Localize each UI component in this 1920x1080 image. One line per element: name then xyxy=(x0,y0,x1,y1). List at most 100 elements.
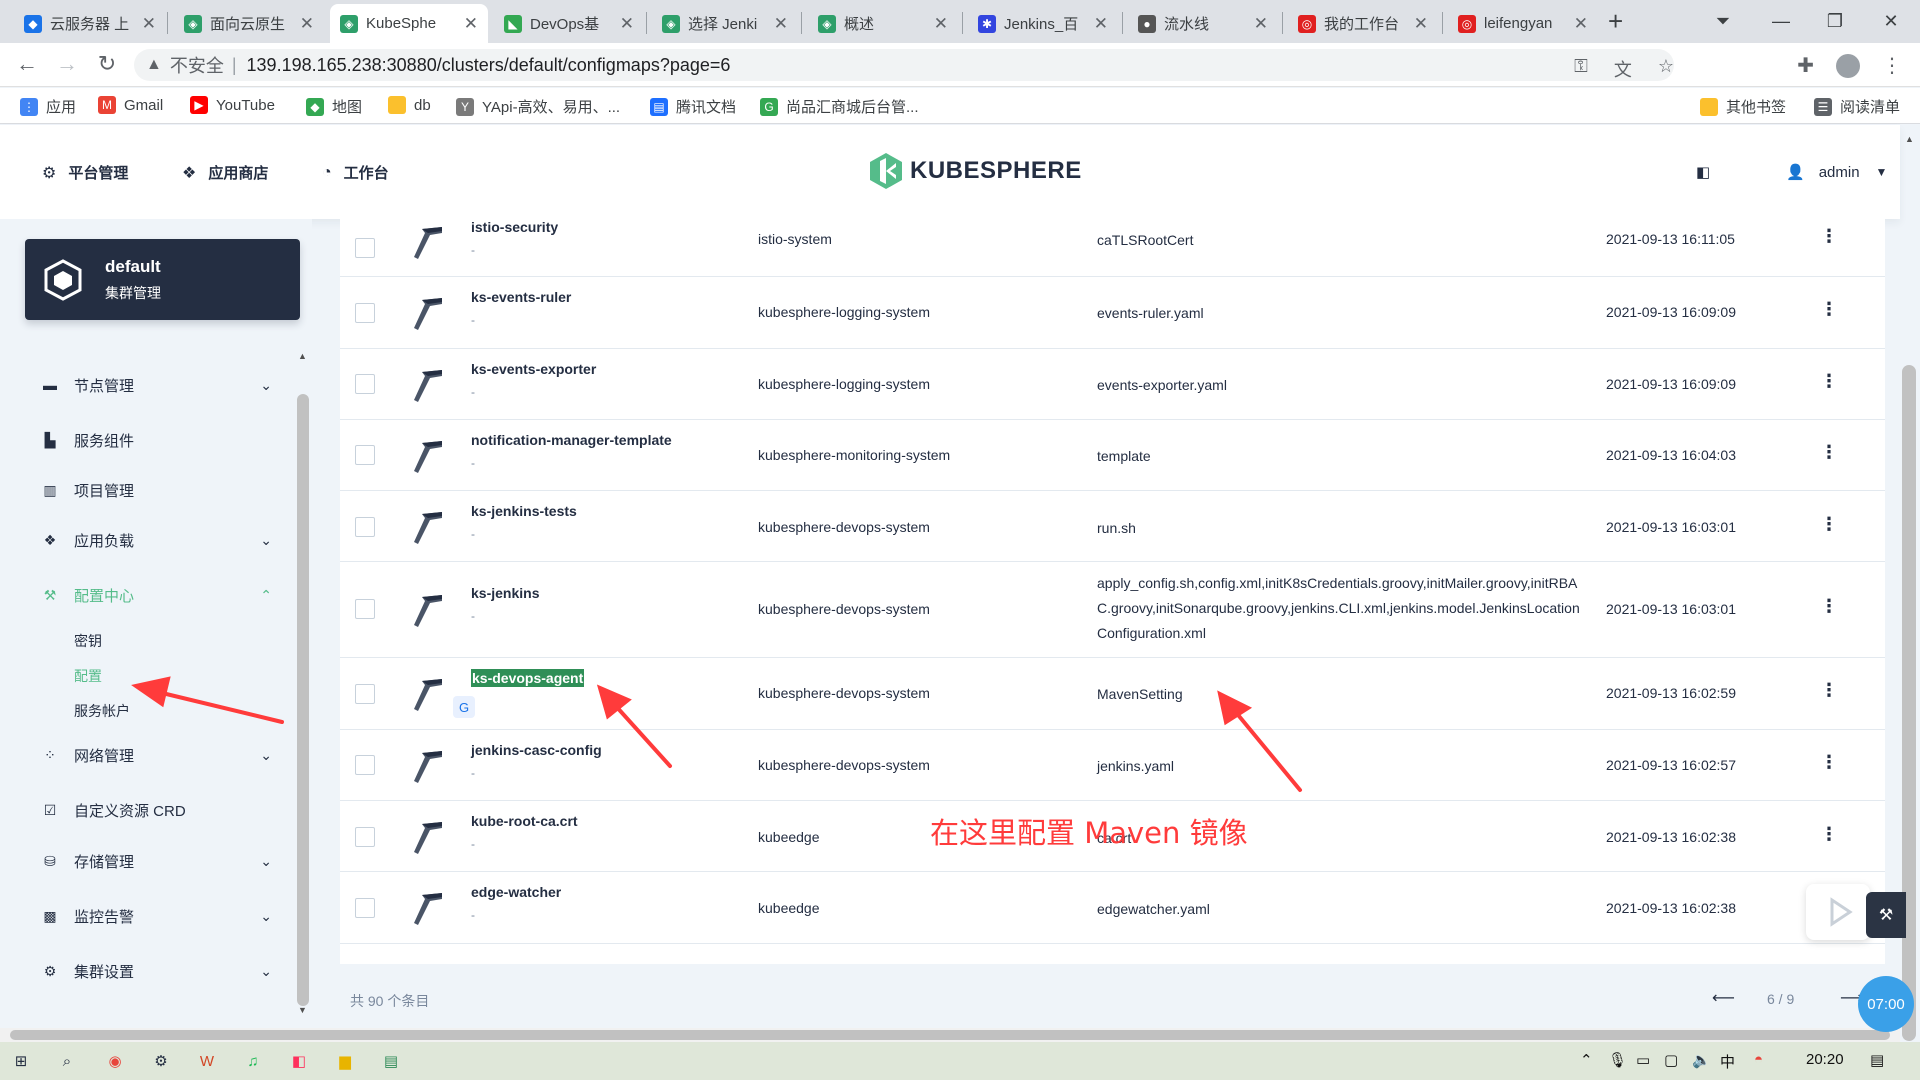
row-checkbox[interactable] xyxy=(355,303,375,323)
more-actions-icon[interactable]: ⋮ xyxy=(1820,226,1838,247)
bookmark-yapi[interactable]: Y YApi-高效、易用、... xyxy=(456,96,620,117)
table-row[interactable]: ks-jenkins - kubesphere-devops-system ap… xyxy=(340,562,1885,658)
app-icon[interactable]: ⚙ xyxy=(150,1050,172,1072)
tab-close-icon[interactable]: ✕ xyxy=(300,14,314,34)
row-checkbox[interactable] xyxy=(355,599,375,619)
row-checkbox[interactable] xyxy=(355,517,375,537)
battery-icon[interactable]: ▭ xyxy=(1636,1051,1650,1069)
browser-menu-icon[interactable]: ⋮ xyxy=(1882,53,1902,78)
browser-tab[interactable]: ◈ 概述 ✕ xyxy=(808,4,958,43)
row-checkbox[interactable] xyxy=(355,684,375,704)
search-icon[interactable]: ⌕ xyxy=(56,1050,78,1072)
network-tray-icon[interactable]: ▢ xyxy=(1664,1051,1678,1069)
configmap-name-link[interactable]: ks-jenkins xyxy=(471,585,539,601)
cluster-card[interactable]: default 集群管理 xyxy=(25,239,300,320)
browser-tab-active[interactable]: ◈ KubeSphe ✕ xyxy=(330,4,488,43)
sidebar-subitem-service-accounts[interactable]: 服务帐户 xyxy=(74,701,130,721)
nav-app-store[interactable]: ❖ 应用商店 xyxy=(182,162,268,183)
reload-icon[interactable]: ↻ xyxy=(92,51,122,77)
sidebar-item-cluster-settings[interactable]: ⚙ 集群设置 ⌄ xyxy=(42,953,272,989)
tab-close-icon[interactable]: ✕ xyxy=(934,14,948,34)
translate-icon[interactable]: 文 xyxy=(1614,56,1632,82)
browser-tab[interactable]: ◎ 我的工作台 ✕ xyxy=(1288,4,1438,43)
maximize-icon[interactable]: ❐ xyxy=(1806,0,1864,43)
sidebar-item-components[interactable]: ▙ 服务组件 xyxy=(42,422,272,458)
tray-chevron-up-icon[interactable]: ⌃ xyxy=(1580,1051,1593,1069)
bookmark-maps[interactable]: ◆ 地图 xyxy=(306,96,362,117)
tab-close-icon[interactable]: ✕ xyxy=(1574,14,1588,34)
row-checkbox[interactable] xyxy=(355,374,375,394)
table-row[interactable]: jenkins-casc-config - kubesphere-devops-… xyxy=(340,730,1885,801)
sidebar-item-network[interactable]: ⁘ 网络管理 ⌄ xyxy=(42,737,272,773)
sidebar-item-crd[interactable]: ☑ 自定义资源 CRD xyxy=(42,792,272,828)
configmap-name-link[interactable]: jenkins-casc-config xyxy=(471,742,602,758)
configmap-name-link[interactable]: ks-jenkins-tests xyxy=(471,503,577,519)
configmap-name-link[interactable]: notification-manager-template xyxy=(471,432,672,448)
browser-tab[interactable]: ◈ 面向云原生 ✕ xyxy=(174,4,324,43)
more-actions-icon[interactable]: ⋮ xyxy=(1820,680,1838,701)
more-actions-icon[interactable]: ⋮ xyxy=(1820,752,1838,773)
bookmark-youtube[interactable]: ▶ YouTube xyxy=(190,96,275,114)
music-icon[interactable]: ♫ xyxy=(242,1050,264,1072)
nav-platform[interactable]: ⚙ 平台管理 xyxy=(42,162,128,183)
row-checkbox[interactable] xyxy=(355,898,375,918)
page-scroll-up-icon[interactable]: ▲ xyxy=(1905,134,1914,144)
clock-time[interactable]: 20:20 xyxy=(1806,1051,1844,1068)
tab-close-icon[interactable]: ✕ xyxy=(1254,14,1268,34)
ime-icon[interactable]: 中 xyxy=(1720,1051,1735,1072)
reading-list[interactable]: ☰ 阅读清单 xyxy=(1814,96,1900,117)
prev-page-icon[interactable]: ⟵ xyxy=(1712,988,1735,1008)
sidebar-subitem-secrets[interactable]: 密钥 xyxy=(74,631,102,651)
nav-workbench[interactable]: ◔ 工作台 xyxy=(322,162,389,183)
notification-center-icon[interactable]: ▤ xyxy=(1870,1051,1884,1069)
bookmark-star-icon[interactable]: ☆ xyxy=(1658,56,1674,82)
more-actions-icon[interactable]: ⋮ xyxy=(1820,371,1838,392)
table-row[interactable]: notification-manager-template - kubesphe… xyxy=(340,420,1885,491)
sidebar-item-nodes[interactable]: ▬ 节点管理 ⌄ xyxy=(42,367,272,403)
row-checkbox[interactable] xyxy=(355,445,375,465)
table-row[interactable]: ks-events-ruler - kubesphere-logging-sys… xyxy=(340,277,1885,349)
more-actions-icon[interactable]: ⋮ xyxy=(1820,596,1838,617)
idea-icon[interactable]: ◧ xyxy=(288,1050,310,1072)
sidebar-scrollbar[interactable] xyxy=(297,394,309,1006)
recording-timer[interactable]: 07:00 xyxy=(1858,976,1914,1032)
notepad-icon[interactable]: ▤ xyxy=(380,1050,402,1072)
file-explorer-icon[interactable]: ▆ xyxy=(334,1050,356,1072)
volume-icon[interactable]: 🔈 xyxy=(1692,1051,1711,1069)
configmap-name-link[interactable]: ks-events-exporter xyxy=(471,361,596,377)
configmap-name-link[interactable]: edge-watcher xyxy=(471,884,561,900)
tab-close-icon[interactable]: ✕ xyxy=(464,14,478,34)
browser-tab[interactable]: ◣ DevOps基 ✕ xyxy=(494,4,644,43)
browser-tab[interactable]: ● 流水线 ✕ xyxy=(1128,4,1278,43)
windows-start-icon[interactable]: ⊞ xyxy=(10,1050,32,1072)
minimize-icon[interactable]: — xyxy=(1752,0,1810,43)
horizontal-scrollbar[interactable] xyxy=(10,1030,1890,1040)
bookmark-gmail[interactable]: M Gmail xyxy=(98,96,163,114)
configmap-name-link[interactable]: kube-root-ca.crt xyxy=(471,813,578,829)
google-translate-icon[interactable]: G xyxy=(453,696,475,718)
more-actions-icon[interactable]: ⋮ xyxy=(1820,299,1838,320)
table-row[interactable]: istio-security - istio-system caTLSRootC… xyxy=(340,219,1885,277)
configmap-name-link[interactable]: istio-security xyxy=(471,219,558,235)
key-icon[interactable]: ⚿ xyxy=(1574,56,1588,82)
page-scrollbar[interactable] xyxy=(1902,365,1916,1041)
browser-tab[interactable]: ◈ 选择 Jenki ✕ xyxy=(652,4,798,43)
sidebar-item-monitoring[interactable]: ▩ 监控告警 ⌄ xyxy=(42,898,272,934)
bookmark-shangpinhui[interactable]: G 尚品汇商城后台管... xyxy=(760,96,919,117)
wps-icon[interactable]: W xyxy=(196,1050,218,1072)
kubesphere-logo[interactable]: KUBESPHERE xyxy=(870,153,1082,189)
row-checkbox[interactable] xyxy=(355,238,375,258)
more-actions-icon[interactable]: ⋮ xyxy=(1820,824,1838,845)
bookmark-other[interactable]: 其他书签 xyxy=(1700,96,1786,117)
browser-tab[interactable]: ◎ leifengyan ✕ xyxy=(1448,4,1598,43)
tab-close-icon[interactable]: ✕ xyxy=(774,14,788,34)
sidebar-item-config-center[interactable]: ⚒ 配置中心 ⌃ xyxy=(42,577,272,613)
forward-icon[interactable]: → xyxy=(52,51,82,77)
configmap-name-link[interactable]: ks-devops-agent xyxy=(471,669,585,687)
close-window-icon[interactable]: ✕ xyxy=(1862,0,1920,43)
row-checkbox[interactable] xyxy=(355,827,375,847)
extensions-puzzle-icon[interactable]: ✚ xyxy=(1797,53,1814,78)
tray-app-icon[interactable]: ◓ xyxy=(1754,1051,1763,1068)
back-icon[interactable]: ← xyxy=(12,51,42,77)
bookmark-db[interactable]: db xyxy=(388,96,431,114)
